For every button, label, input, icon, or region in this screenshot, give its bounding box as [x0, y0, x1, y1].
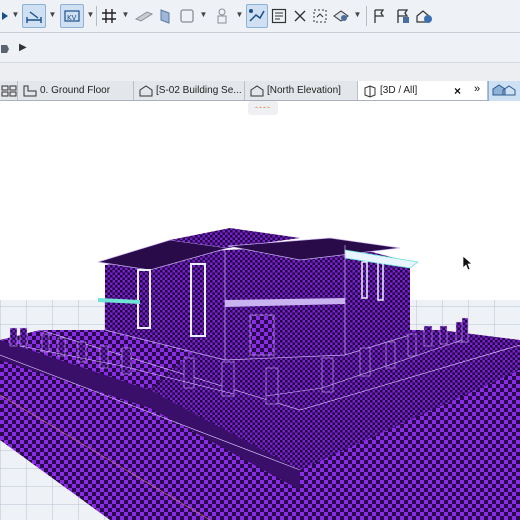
suspend-groups-icon[interactable] [176, 4, 198, 28]
trace-icon[interactable] [212, 4, 232, 28]
front-door [249, 314, 275, 356]
dimension-tool-dropdown[interactable]: ▼ [48, 10, 57, 20]
tab-ground-floor[interactable]: 0. Ground Floor [18, 81, 134, 100]
3d-view-icon [364, 84, 376, 98]
tab-label: 0. Ground Floor [40, 85, 111, 96]
model-view-icon[interactable] [414, 4, 434, 28]
suspend-groups-dropdown[interactable]: ▼ [199, 10, 208, 20]
mouse-cursor-icon [462, 255, 472, 271]
close-tab-button[interactable]: × [454, 84, 461, 98]
clip-icon[interactable] [290, 4, 310, 28]
find-select-icon[interactable] [310, 4, 330, 28]
gravity-icon[interactable]: KV [60, 4, 84, 28]
more-tabs-button[interactable]: » [474, 83, 480, 95]
info-box-bar: ▶ [0, 33, 520, 63]
tab-north-elevation[interactable]: [North Elevation] [245, 81, 358, 100]
renovation-filter-icon[interactable] [246, 4, 268, 28]
view-tab-bar: 0. Ground Floor [S-02 Building Se... [No… [0, 81, 520, 101]
elevation-icon [250, 84, 264, 96]
tab-grid-icon[interactable] [0, 81, 18, 100]
tab-label: [3D / All] [380, 85, 418, 96]
layer-3d-icon[interactable] [331, 4, 351, 28]
main-toolbar: ▼ ▼ KV ▼ ▼ ▼ ▼ ▼ [0, 0, 520, 33]
grid-snap-dropdown[interactable]: ▼ [121, 10, 130, 20]
3d-model-render[interactable] [0, 101, 520, 520]
floor-plan-icon [23, 85, 37, 96]
expand-arrow-icon[interactable]: ▶ [19, 42, 27, 53]
grid-snap-icon[interactable] [98, 4, 120, 28]
tab-building-section[interactable]: [S-02 Building Se... [134, 81, 245, 100]
layer-flag-icon[interactable] [370, 4, 388, 28]
edit-plane-icon[interactable] [155, 4, 175, 28]
guide-line-icon[interactable] [133, 4, 155, 28]
dimension-tool-icon[interactable] [22, 4, 46, 28]
arrow-tool-dropdown[interactable]: ▼ [11, 10, 20, 20]
3d-viewport[interactable] [0, 101, 520, 520]
navigation-indicator: ---- [248, 101, 278, 115]
layer-3d-dropdown[interactable]: ▼ [353, 10, 362, 20]
marquee-icon[interactable] [268, 4, 290, 28]
favorites-flag-icon[interactable] [394, 4, 412, 28]
trace-dropdown[interactable]: ▼ [235, 10, 244, 20]
view-navigator-icon [492, 84, 516, 96]
gravity-dropdown[interactable]: ▼ [86, 10, 95, 20]
view-navigator-button[interactable] [488, 81, 520, 101]
tab-label: [North Elevation] [267, 85, 341, 96]
section-icon [139, 84, 153, 96]
svg-text:KV: KV [67, 14, 77, 22]
hand-cursor-icon [1, 45, 9, 53]
arrow-tool-icon[interactable] [0, 4, 10, 28]
tab-label: [S-02 Building Se... [156, 85, 242, 96]
toolbar-gap [0, 63, 520, 81]
tab-3d-all[interactable]: [3D / All] [358, 81, 488, 100]
